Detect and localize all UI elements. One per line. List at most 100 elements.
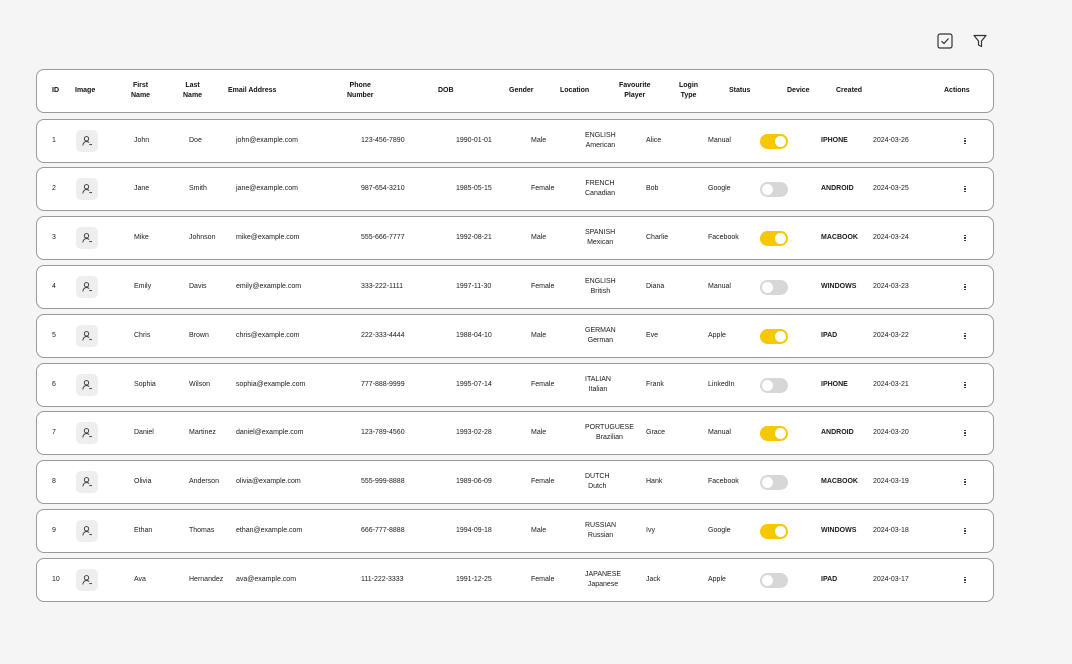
cell-login-type: Facebook [708,478,739,485]
table-row[interactable]: 10 Ava Hernandez ava@example.com 111-222… [36,558,994,602]
status-toggle[interactable] [760,377,788,393]
cell-email[interactable]: ethan@example.com [236,510,302,552]
cell-dob: 1988-04-10 [456,332,492,339]
status-toggle[interactable] [760,425,788,441]
avatar[interactable] [76,276,98,298]
location-language: ITALIAN [585,376,611,383]
status-toggle[interactable] [760,328,788,344]
more-actions-icon[interactable] [961,527,969,535]
col-location: Location [560,87,590,94]
cell-id: 4 [52,283,56,290]
cell-created: 2024-03-18 [873,527,909,534]
status-toggle[interactable] [760,572,788,588]
avatar[interactable] [76,471,98,493]
table-row[interactable]: 1 John Doe john@example.com 123-456-7890… [36,119,994,163]
cell-dob: 1992-08-21 [456,234,492,241]
cell-image [76,217,98,259]
more-actions-icon[interactable] [961,234,969,242]
cell-last-name: Anderson [189,478,219,485]
more-actions-icon[interactable] [961,283,969,291]
table-row[interactable]: 7 Daniel Martinez daniel@example.com 123… [36,411,994,455]
col-login-type: Login Type [679,70,698,112]
cell-email[interactable]: jane@example.com [236,168,298,210]
avatar[interactable] [76,422,98,444]
table-row[interactable]: 9 Ethan Thomas ethan@example.com 666-777… [36,509,994,553]
filter-button[interactable] [970,31,990,51]
cell-id: 9 [52,527,56,534]
cell-created: 2024-03-26 [873,137,909,144]
cell-email[interactable]: john@example.com [236,120,298,162]
cell-created: 2024-03-17 [873,576,909,583]
cell-login-type: LinkedIn [708,381,735,388]
cell-favourite-player: Charlie [646,234,669,241]
more-actions-icon[interactable] [961,381,969,389]
cell-dob: 1994-09-18 [456,527,492,534]
cell-id: 10 [52,576,60,583]
avatar[interactable] [76,227,98,249]
cell-email[interactable]: daniel@example.com [236,412,303,454]
cell-actions [961,217,969,259]
more-actions-icon[interactable] [961,576,969,584]
avatar[interactable] [76,178,98,200]
cell-first-name: Sophia [134,381,156,388]
avatar[interactable] [76,325,98,347]
cell-email[interactable]: mike@example.com [236,217,300,259]
cell-favourite-player: Frank [646,381,664,388]
avatar[interactable] [76,130,98,152]
cell-created: 2024-03-25 [873,185,909,192]
table-row[interactable]: 4 Emily Davis emily@example.com 333-222-… [36,265,994,309]
avatar[interactable] [76,569,98,591]
cell-last-name: Thomas [189,527,215,534]
cell-first-name: Olivia [134,478,152,485]
user-icon [82,526,92,536]
more-actions-icon[interactable] [961,185,969,193]
cell-email[interactable]: ava@example.com [236,559,296,601]
more-actions-icon[interactable] [961,478,969,486]
table-row[interactable]: 8 Olivia Anderson olivia@example.com 555… [36,460,994,504]
table-row[interactable]: 6 Sophia Wilson sophia@example.com 777-8… [36,363,994,407]
user-icon [82,136,92,146]
status-toggle[interactable] [760,279,788,295]
cell-email[interactable]: olivia@example.com [236,461,301,503]
status-toggle[interactable] [760,133,788,149]
cell-favourite-player: Hank [646,478,663,485]
cell-email[interactable]: chris@example.com [236,315,300,357]
col-image: Image [75,87,96,94]
more-actions-icon[interactable] [961,429,969,437]
location-language: ENGLISH [585,132,616,139]
toggle-knob [775,135,786,147]
cell-gender: Male [531,429,547,436]
col-device: Device [787,87,810,94]
more-actions-icon[interactable] [961,137,969,145]
toggle-knob [762,281,773,293]
cell-id: 8 [52,478,56,485]
status-toggle[interactable] [760,523,788,539]
status-toggle[interactable] [760,474,788,490]
cell-dob: 1985-05-15 [456,185,492,192]
cell-actions [961,120,969,162]
avatar[interactable] [76,374,98,396]
cell-email[interactable]: emily@example.com [236,266,301,308]
status-toggle[interactable] [760,181,788,197]
cell-created: 2024-03-23 [873,283,909,290]
cell-favourite-player: Grace [646,429,666,436]
location-nationality: British [590,288,611,295]
cell-id: 5 [52,332,56,339]
cell-first-name: John [134,137,150,144]
select-all-button[interactable] [935,31,955,51]
table-row[interactable]: 5 Chris Brown chris@example.com 222-333-… [36,314,994,358]
cell-location: RUSSIAN Russian [585,510,616,552]
avatar[interactable] [76,520,98,542]
cell-actions [961,461,969,503]
table-row[interactable]: 3 Mike Johnson mike@example.com 555-666-… [36,216,994,260]
cell-location: ENGLISH British [585,266,616,308]
location-nationality: Japanese [587,581,619,588]
more-actions-icon[interactable] [961,332,969,340]
cell-location: ENGLISH American [585,120,616,162]
table-header: ID Image First Name Last Name Email Addr… [36,69,994,113]
cell-status [760,461,788,503]
table-row[interactable]: 2 Jane Smith jane@example.com 987-654-32… [36,167,994,211]
cell-actions [961,168,969,210]
status-toggle[interactable] [760,230,788,246]
cell-email[interactable]: sophia@example.com [236,364,305,406]
